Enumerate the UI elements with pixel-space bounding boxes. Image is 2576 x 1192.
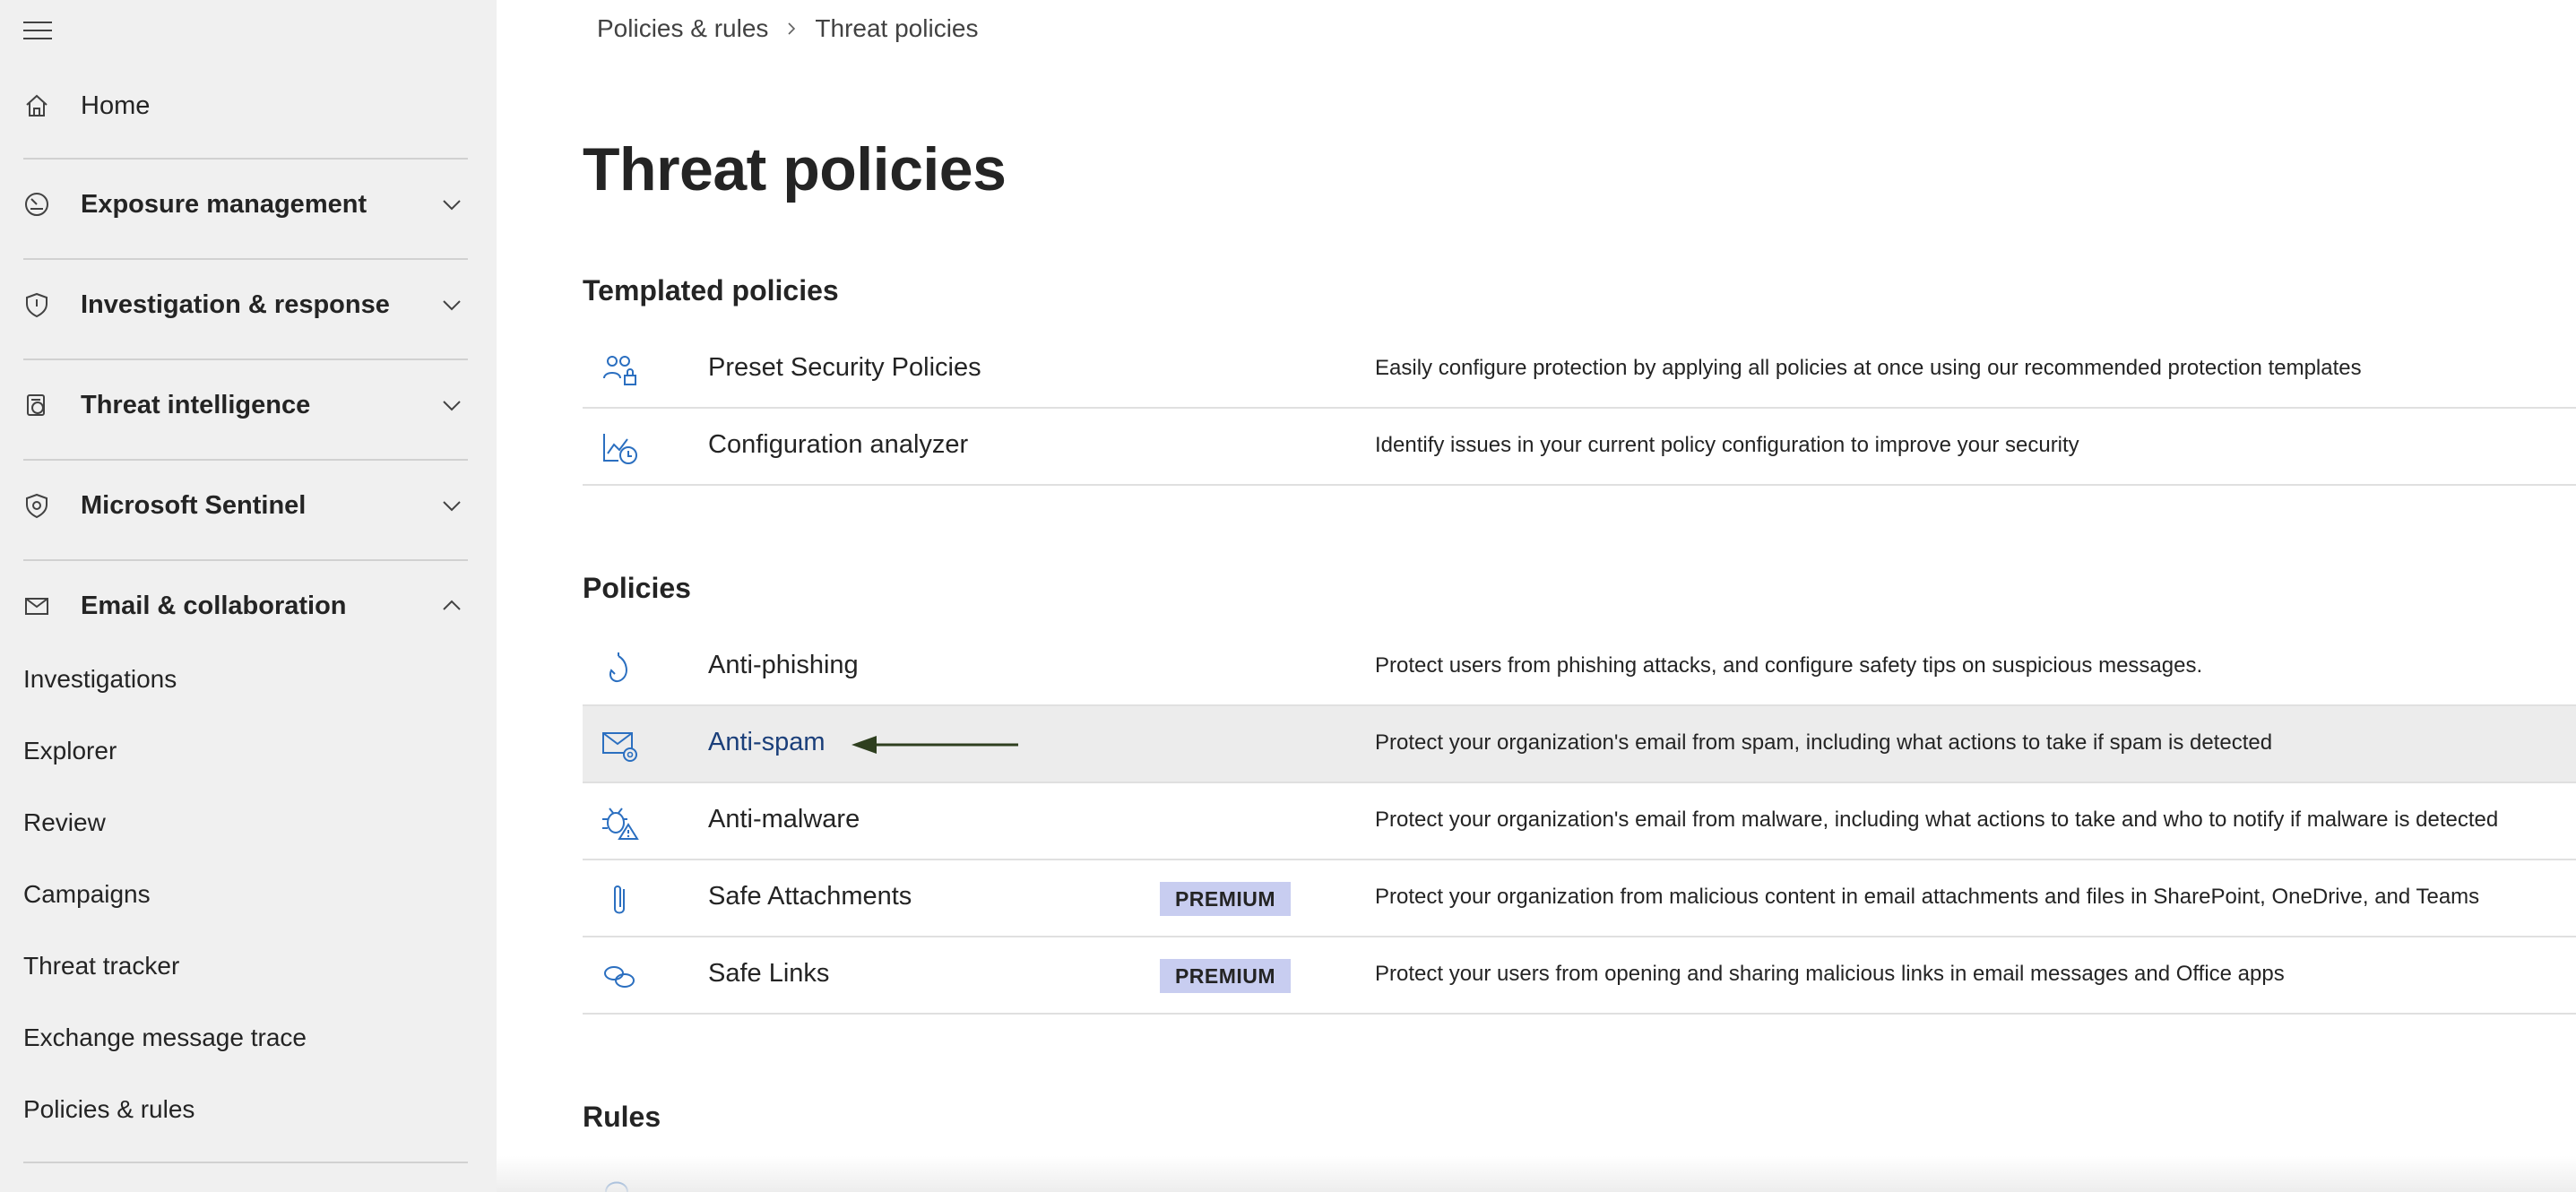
divider [23,358,468,360]
chevron-down-icon[interactable] [439,192,464,217]
premium-badge: PREMIUM [1160,959,1291,993]
policy-desc-anti-malware: Protect your organization's email from m… [1375,808,2499,832]
policy-desc-safe-links: Protect your users from opening and shar… [1375,962,2285,986]
premium-badge: PREMIUM [1160,882,1291,916]
policy-desc-anti-spam: Protect your organization's email from s… [1375,730,2273,755]
chevron-up-icon[interactable] [439,593,464,618]
policy-row-config-analyzer[interactable]: Configuration analyzer Identify issues i… [583,409,2576,486]
nav-exposure-management[interactable]: Exposure management [0,177,497,231]
hook-icon [609,652,627,683]
nav-threat-intelligence[interactable]: Threat intelligence [0,378,497,432]
policy-name-config-analyzer[interactable]: Configuration analyzer [708,430,968,460]
nav-review[interactable]: Review [23,808,106,837]
divider [23,559,468,561]
nav-investigations[interactable]: Investigations [23,665,177,694]
paperclip-icon [614,885,625,914]
nav-microsoft-sentinel[interactable]: Microsoft Sentinel [0,479,497,532]
nav-policies-rules[interactable]: Policies & rules [23,1095,194,1124]
nav-investigation-response[interactable]: Investigation & response [0,278,497,332]
policy-desc-preset: Easily configure protection by applying … [1375,356,2362,380]
mail-settings-icon [602,732,637,762]
policy-desc-anti-phishing: Protect users from phishing attacks, and… [1375,653,2203,678]
nav-campaigns[interactable]: Campaigns [23,880,151,909]
nav-sentinel-label: Microsoft Sentinel [81,490,307,520]
people-lock-icon [603,356,636,385]
nav-home[interactable]: Home [0,81,497,131]
policy-row-safe-attachments[interactable]: Safe Attachments PREMIUM Protect your or… [583,860,2576,937]
nav-threat-intel-label: Threat intelligence [81,390,311,419]
left-navigation: Home Exposure management Investigation &… [0,0,497,1192]
nav-explorer[interactable]: Explorer [23,737,117,765]
policy-row-anti-phishing[interactable]: Anti-phishing Protect users from phishin… [583,629,2576,706]
policy-name-anti-spam[interactable]: Anti-spam [708,728,826,757]
breadcrumb: Policies & rules Threat policies [597,14,979,43]
policy-desc-config-analyzer: Identify issues in your current policy c… [1375,433,2079,457]
annotation-arrow-icon [851,736,1018,754]
policy-name-anti-malware[interactable]: Anti-malware [708,805,860,834]
gauge-icon [22,189,52,220]
chevron-right-icon [788,22,796,35]
divider [23,158,468,160]
policy-row-safe-links[interactable]: Safe Links PREMIUM Protect your users fr… [583,937,2576,1015]
chart-clock-icon [603,434,637,464]
divider [23,258,468,260]
nav-email-label: Email & collaboration [81,591,347,620]
home-icon [22,91,52,121]
policy-desc-safe-attachments: Protect your organization from malicious… [1375,885,2480,909]
policy-name-anti-phishing[interactable]: Anti-phishing [708,651,859,680]
page-title: Threat policies [583,135,1007,203]
shield-icon [22,289,52,320]
divider [23,459,468,461]
nav-email-collaboration[interactable]: Email & collaboration [0,579,497,633]
breadcrumb-parent[interactable]: Policies & rules [597,14,768,43]
breadcrumb-current: Threat policies [815,14,979,42]
nav-exchange-message-trace[interactable]: Exchange message trace [23,1024,307,1052]
policy-row-anti-malware[interactable]: Anti-malware Protect your organization's… [583,783,2576,860]
scroll-fade [497,1156,2576,1192]
nav-exposure-label: Exposure management [81,189,367,219]
nav-threat-tracker[interactable]: Threat tracker [23,952,179,980]
policy-row-preset[interactable]: Preset Security Policies Easily configur… [583,332,2576,409]
threat-intel-icon [22,390,52,420]
chevron-down-icon[interactable] [439,393,464,418]
hamburger-menu-icon[interactable] [23,22,52,43]
link-icon [604,966,635,988]
chevron-down-icon[interactable] [439,493,464,518]
policy-name-preset[interactable]: Preset Security Policies [708,353,981,383]
divider [23,1162,468,1163]
section-title-rules: Rules [583,1101,661,1133]
section-title-policies: Policies [583,572,691,604]
policy-name-safe-attachments[interactable]: Safe Attachments [708,882,912,911]
nav-home-label: Home [81,91,151,120]
mail-icon [22,591,52,621]
sentinel-shield-icon [22,490,52,521]
nav-investigation-label: Investigation & response [81,289,390,319]
bug-warning-icon [602,808,639,840]
chevron-down-icon[interactable] [439,292,464,317]
section-title-templated: Templated policies [583,274,839,307]
policy-name-safe-links[interactable]: Safe Links [708,959,829,989]
